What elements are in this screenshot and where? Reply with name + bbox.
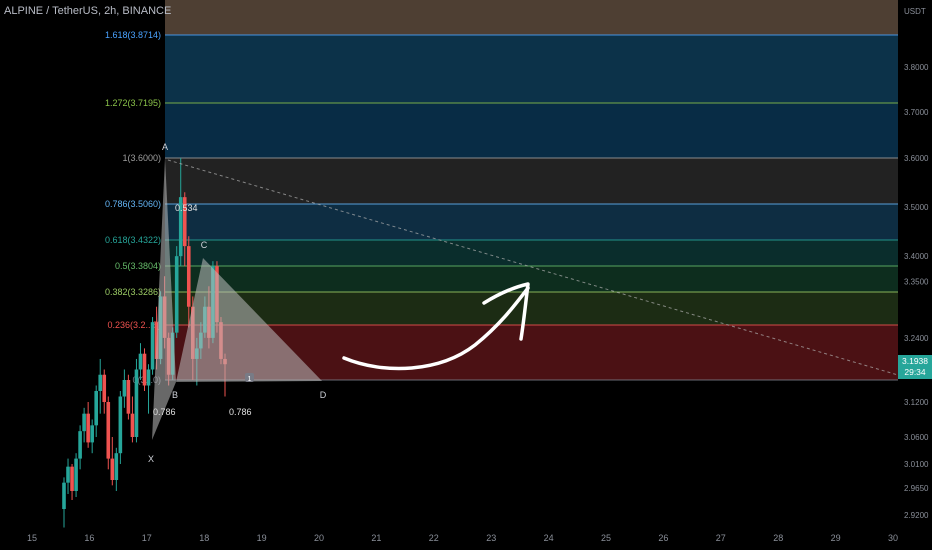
y-tick-label: 3.2400 — [904, 334, 929, 343]
fib-zone — [165, 103, 898, 158]
candle — [174, 256, 179, 333]
candle — [110, 458, 115, 480]
pattern-point-label: C — [201, 240, 208, 250]
fib-label: 0.618(3.4322) — [105, 235, 161, 245]
fib-zone — [165, 292, 898, 325]
candle — [74, 458, 78, 491]
candle — [86, 413, 90, 443]
y-tick-label: 2.9200 — [904, 511, 929, 520]
candle — [90, 425, 94, 443]
x-tick-label: 19 — [257, 533, 267, 543]
fib-label: 1.618(3.8714) — [105, 30, 161, 40]
x-tick-label: 26 — [658, 533, 668, 543]
event-marker-label: 1 — [248, 376, 252, 383]
fib-zone — [165, 266, 898, 292]
candle — [66, 466, 70, 483]
x-tick-label: 16 — [84, 533, 94, 543]
x-tick-label: 25 — [601, 533, 611, 543]
current-price: 3.1938 — [902, 356, 928, 366]
fib-label: 1.272(3.7195) — [105, 98, 161, 108]
y-tick-label: 3.6000 — [904, 154, 929, 163]
candle — [106, 402, 111, 459]
candle — [122, 380, 127, 397]
candle — [98, 374, 103, 391]
y-tick-label: 3.5000 — [904, 203, 929, 212]
candle — [82, 413, 86, 432]
pattern-point-label: D — [320, 390, 327, 400]
x-tick-label: 21 — [371, 533, 381, 543]
candle — [114, 453, 119, 480]
fib-zone — [165, 240, 898, 266]
candle — [62, 482, 66, 509]
chart-title: ALPINE / TetherUS, 2h, BINANCE — [4, 5, 172, 17]
candle — [138, 353, 143, 370]
y-tick-label: 3.4000 — [904, 252, 929, 261]
candle — [78, 431, 82, 459]
y-tick-label: 3.7000 — [904, 108, 929, 117]
current-price-badge: 3.1938 29:34 — [898, 355, 932, 379]
fib-zone-extension-top — [165, 0, 898, 35]
fib-zone — [165, 158, 898, 204]
pattern-point-label: A — [162, 142, 168, 152]
y-tick-label: 3.0100 — [904, 460, 929, 469]
fib-label: 0.786(3.5060) — [105, 199, 161, 209]
candle — [126, 380, 131, 414]
candle — [118, 396, 123, 454]
pattern-ratio-label: 0.786 — [229, 407, 252, 417]
y-tick-label: 3.8000 — [904, 63, 929, 72]
countdown: 29:34 — [904, 367, 926, 377]
x-tick-label: 22 — [429, 533, 439, 543]
fib-zone — [165, 35, 898, 103]
candle — [150, 322, 155, 370]
fib-label: 1(3.6000) — [122, 153, 161, 163]
x-tick-label: 18 — [199, 533, 209, 543]
y-tick-label: 3.0600 — [904, 433, 929, 442]
axis-unit: USDT — [904, 7, 926, 16]
x-tick-label: 15 — [27, 533, 37, 543]
pattern-point-label: X — [148, 454, 154, 464]
y-tick-label: 3.3500 — [904, 277, 929, 286]
candle — [130, 413, 135, 437]
chart-svg: 1.618(3.8714) 1.272(3.7195) 1(3.6000) 0.786… — [27, 0, 929, 543]
pattern-point-label: B — [172, 390, 178, 400]
candle — [94, 391, 98, 426]
candle — [102, 374, 107, 402]
pattern-ratio-label: 0.786 — [153, 407, 176, 417]
fib-label: 0.382(3.3286) — [105, 287, 161, 297]
x-tick-label: 24 — [544, 533, 554, 543]
x-tick-label: 23 — [486, 533, 496, 543]
candle — [134, 369, 139, 437]
x-tick-label: 29 — [831, 533, 841, 543]
fib-zone — [165, 204, 898, 240]
fib-label: 0.5(3.3804) — [115, 261, 161, 271]
x-tick-label: 28 — [773, 533, 783, 543]
x-tick-label: 20 — [314, 533, 324, 543]
chart[interactable]: 1.618(3.8714) 1.272(3.7195) 1(3.6000) 0.786… — [0, 0, 932, 550]
x-tick-label: 17 — [142, 533, 152, 543]
candle — [70, 466, 74, 491]
candle — [146, 369, 151, 386]
candle — [142, 353, 147, 386]
x-tick-label: 30 — [888, 533, 898, 543]
candle — [186, 246, 191, 307]
y-tick-label: 3.1200 — [904, 398, 929, 407]
pattern-ratio-label: 0.534 — [175, 203, 198, 213]
y-tick-label: 2.9650 — [904, 484, 929, 493]
x-tick-label: 27 — [716, 533, 726, 543]
